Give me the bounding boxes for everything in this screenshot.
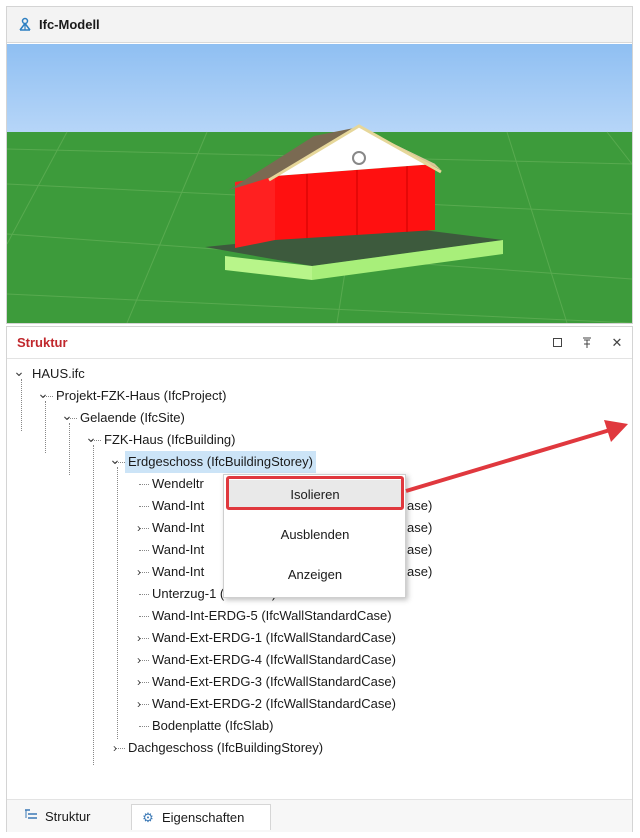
tree-connector xyxy=(139,616,149,618)
context-menu: Isolieren Ausblenden Anzeigen xyxy=(223,474,406,598)
tree-row[interactable]: › Dachgeschoss (IfcBuildingStorey) xyxy=(7,737,632,759)
maximize-icon[interactable] xyxy=(542,328,572,358)
wall-left xyxy=(235,176,275,248)
tab-struktur[interactable]: Struktur xyxy=(15,804,127,830)
tree-connector xyxy=(139,726,149,728)
menu-item-ausblenden[interactable]: Ausblenden xyxy=(228,520,402,550)
tree-item-label[interactable]: Wand-Int xyxy=(149,495,207,517)
menu-item-isolieren[interactable]: Isolieren xyxy=(228,480,402,510)
tree-item-label[interactable]: Erdgeschoss (IfcBuildingStorey) xyxy=(125,451,316,473)
structure-header: Struktur ✕ xyxy=(7,327,632,359)
tree-row[interactable]: › Wand-Ext-ERDG-3 (IfcWallStandardCase) xyxy=(7,671,632,693)
chevron-right-icon[interactable]: › xyxy=(133,561,145,583)
3d-viewport[interactable] xyxy=(7,44,632,323)
tree-item-label-suffix: ase) xyxy=(407,520,433,535)
gear-icon: ⚙ xyxy=(142,810,154,825)
tree-guide xyxy=(93,445,95,765)
tree-guide xyxy=(21,379,23,431)
chevron-down-icon[interactable]: ⌄ xyxy=(61,407,73,429)
tree-item-label[interactable]: FZK-Haus (IfcBuilding) xyxy=(101,429,238,451)
chevron-down-icon[interactable]: ⌄ xyxy=(109,451,121,473)
tree-icon xyxy=(23,804,39,830)
chevron-right-icon[interactable]: › xyxy=(133,693,145,715)
tree-row[interactable]: ⌄ Projekt-FZK-Haus (IfcProject) xyxy=(7,385,632,407)
tree-guide xyxy=(117,467,119,739)
tree-item-label[interactable]: Wand-Ext-ERDG-4 (IfcWallStandardCase) xyxy=(149,649,399,671)
chevron-down-icon[interactable]: ⌄ xyxy=(85,429,97,451)
chevron-right-icon[interactable]: › xyxy=(133,649,145,671)
tree-item-label-suffix: ase) xyxy=(407,498,433,513)
tree-connector xyxy=(139,484,149,486)
tree-item-label[interactable]: Wand-Ext-ERDG-3 (IfcWallStandardCase) xyxy=(149,671,399,693)
tree-connector xyxy=(139,506,149,508)
close-icon[interactable]: ✕ xyxy=(602,328,632,358)
tree-item-label[interactable]: Wand-Ext-ERDG-1 (IfcWallStandardCase) xyxy=(149,627,399,649)
tab-struktur-label: Struktur xyxy=(45,809,91,824)
tree-guide xyxy=(45,401,47,453)
bottom-tab-bar: Struktur ⚙ Eigenschaften xyxy=(7,799,632,832)
tree-row[interactable]: ⌄ Erdgeschoss (IfcBuildingStorey) xyxy=(7,451,632,473)
tab-eigenschaften[interactable]: ⚙ Eigenschaften xyxy=(131,804,271,830)
tree-item-label[interactable]: Wand-Int xyxy=(149,561,207,583)
3d-scene[interactable] xyxy=(7,44,632,323)
chevron-right-icon[interactable]: › xyxy=(109,737,121,759)
tree-item-label[interactable]: Wand-Ext-ERDG-2 (IfcWallStandardCase) xyxy=(149,693,399,715)
pin-icon[interactable] xyxy=(572,328,602,358)
structure-title: Struktur xyxy=(17,335,68,350)
tree-item-label[interactable]: Wand-Int xyxy=(149,517,207,539)
chevron-right-icon[interactable]: › xyxy=(133,671,145,693)
tree-row[interactable]: ⌄ FZK-Haus (IfcBuilding) xyxy=(7,429,632,451)
tree-row[interactable]: Wand-Int-ERDG-5 (IfcWallStandardCase) xyxy=(7,605,632,627)
tree-row[interactable]: › Wand-Ext-ERDG-4 (IfcWallStandardCase) xyxy=(7,649,632,671)
ifc-model-title: Ifc-Modell xyxy=(39,17,100,32)
tree-item-label[interactable]: Gelaende (IfcSite) xyxy=(77,407,188,429)
wall-front xyxy=(275,164,435,240)
tree-item-label[interactable]: Bodenplatte (IfcSlab) xyxy=(149,715,276,737)
tree-connector xyxy=(139,550,149,552)
chevron-down-icon[interactable]: ⌄ xyxy=(37,385,49,407)
tree-item-label[interactable]: Wendeltr xyxy=(149,473,207,495)
tree-row[interactable]: ⌄ Gelaende (IfcSite) xyxy=(7,407,632,429)
chevron-right-icon[interactable]: › xyxy=(133,627,145,649)
ifc-model-header: Ifc-Modell xyxy=(7,7,632,43)
tab-eigenschaften-label: Eigenschaften xyxy=(162,810,245,825)
tree-item-label[interactable]: Projekt-FZK-Haus (IfcProject) xyxy=(53,385,229,407)
tree-row[interactable]: › Wand-Ext-ERDG-2 (IfcWallStandardCase) xyxy=(7,693,632,715)
tree-row[interactable]: › Wand-Ext-ERDG-1 (IfcWallStandardCase) xyxy=(7,627,632,649)
tree-item-label-suffix: ase) xyxy=(407,542,433,557)
tree-item-label[interactable]: Wand-Int xyxy=(149,539,207,561)
tree-connector xyxy=(139,594,149,596)
menu-item-anzeigen[interactable]: Anzeigen xyxy=(228,560,402,590)
chevron-down-icon[interactable]: ⌄ xyxy=(13,363,25,385)
sky xyxy=(7,44,632,134)
tree-item-label[interactable]: Wand-Int-ERDG-5 (IfcWallStandardCase) xyxy=(149,605,395,627)
ifc-model-panel: Ifc-Modell xyxy=(6,6,633,324)
tree-row[interactable]: Bodenplatte (IfcSlab) xyxy=(7,715,632,737)
tree-row[interactable]: ⌄ HAUS.ifc xyxy=(7,363,632,385)
tree-guide xyxy=(69,423,71,475)
tree-item-label[interactable]: Dachgeschoss (IfcBuildingStorey) xyxy=(125,737,326,759)
tree-item-label[interactable]: HAUS.ifc xyxy=(29,363,88,385)
tree-item-label-suffix: ase) xyxy=(407,564,433,579)
ifc-model-icon xyxy=(17,17,33,33)
chevron-right-icon[interactable]: › xyxy=(133,517,145,539)
